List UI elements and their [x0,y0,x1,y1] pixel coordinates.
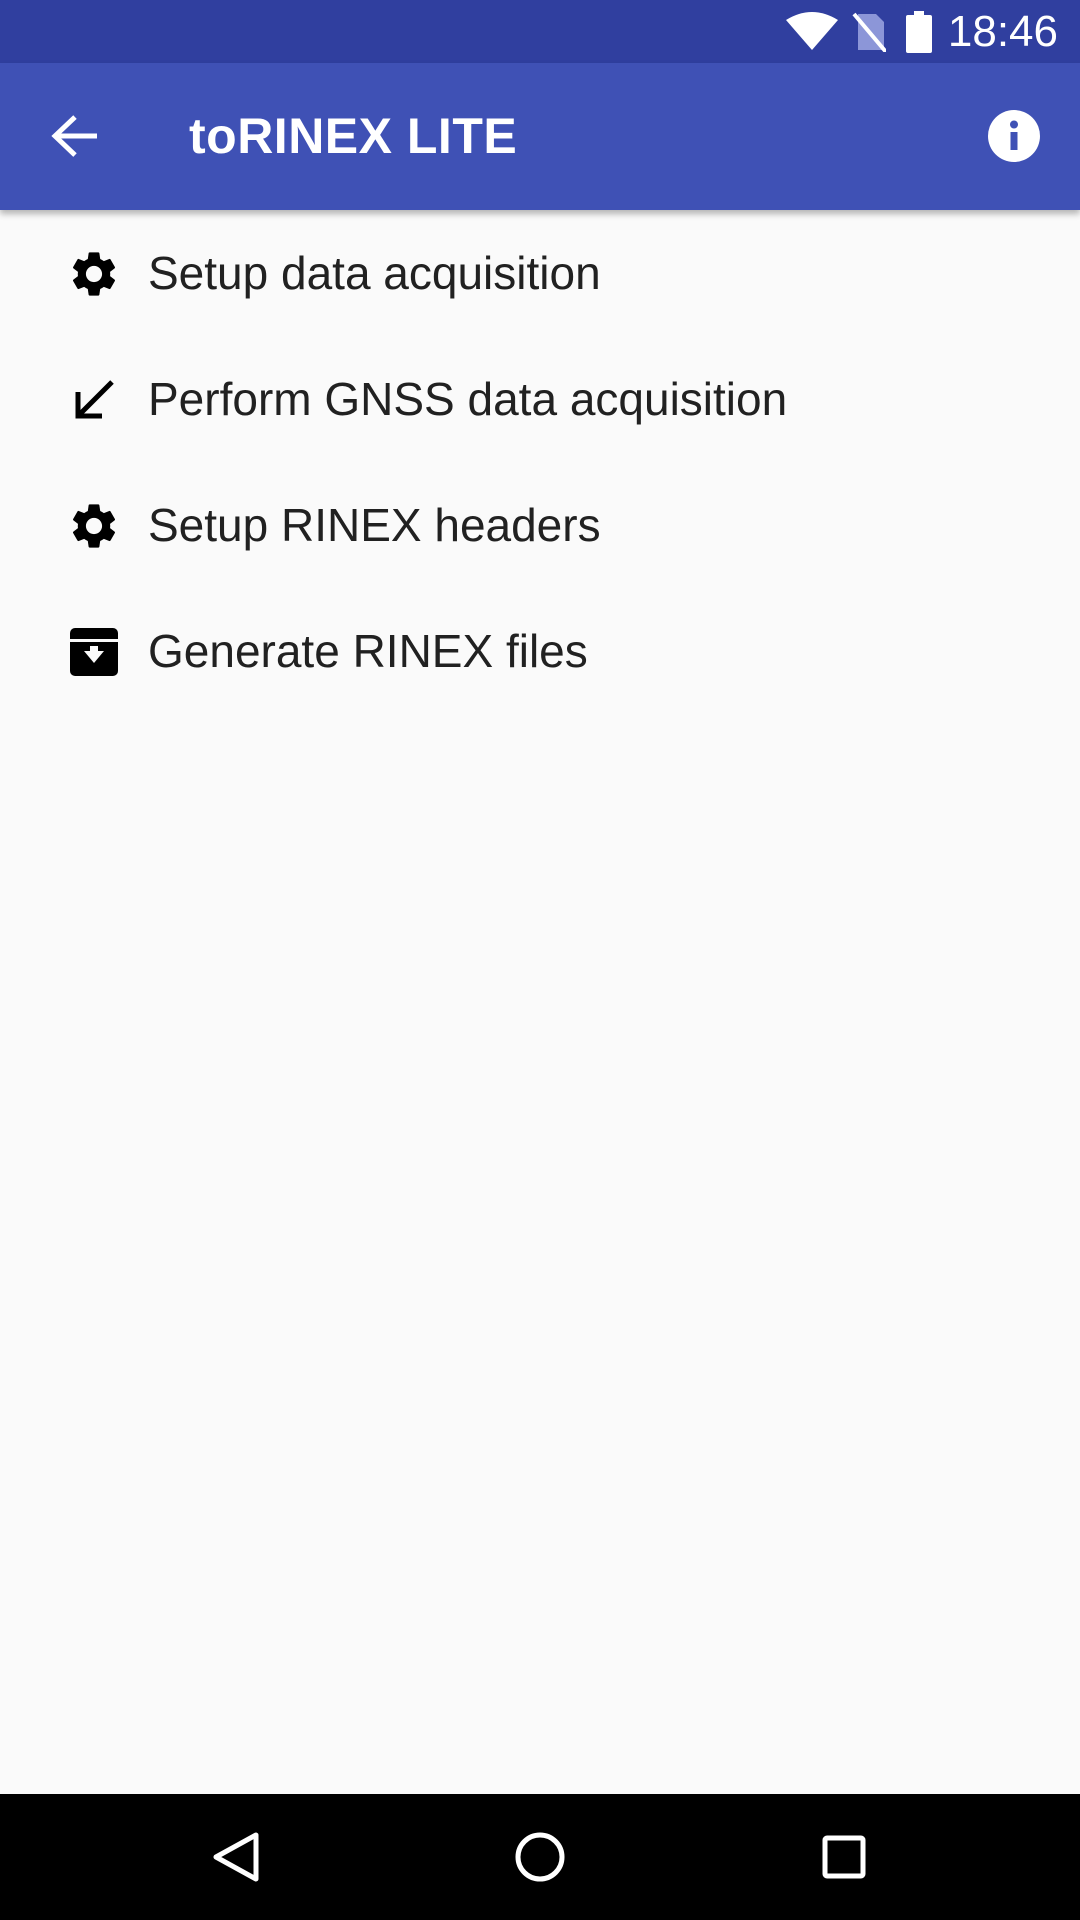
app-bar: toRINEX LITE [0,63,1080,210]
menu-item-setup-data-acquisition[interactable]: Setup data acquisition [0,210,1080,336]
app-title: toRINEX LITE [189,108,518,164]
gear-icon [66,246,122,302]
recents-square-icon [821,1834,867,1880]
navigation-bar [0,1794,1080,1920]
status-time: 18:46 [947,7,1058,56]
wifi-icon [786,0,838,63]
nav-back-button[interactable] [173,1794,299,1920]
menu-item-label: Perform GNSS data acquisition [148,373,788,425]
menu-item-generate-rinex-files[interactable]: Generate RINEX files [0,588,1080,714]
no-sim-icon [852,0,886,63]
status-bar: 18:46 [0,0,1080,63]
nav-home-button[interactable] [477,1794,603,1920]
menu-item-label: Setup data acquisition [148,247,601,299]
nav-recents-button[interactable] [781,1794,907,1920]
menu-item-setup-rinex-headers[interactable]: Setup RINEX headers [0,462,1080,588]
home-circle-icon [514,1831,566,1883]
menu-item-perform-gnss-acquisition[interactable]: Perform GNSS data acquisition [0,336,1080,462]
archive-download-icon [66,624,122,680]
info-button[interactable] [982,104,1046,168]
battery-icon [906,0,932,63]
back-triangle-icon [212,1831,260,1883]
gear-icon [66,498,122,554]
info-icon [987,109,1041,163]
arrow-down-left-icon [66,372,122,428]
menu-list: Setup data acquisition Perform GNSS data… [0,210,1080,714]
menu-item-label: Generate RINEX files [148,625,588,677]
arrow-left-icon [51,114,99,158]
menu-item-label: Setup RINEX headers [148,499,601,551]
back-button[interactable] [44,105,106,167]
